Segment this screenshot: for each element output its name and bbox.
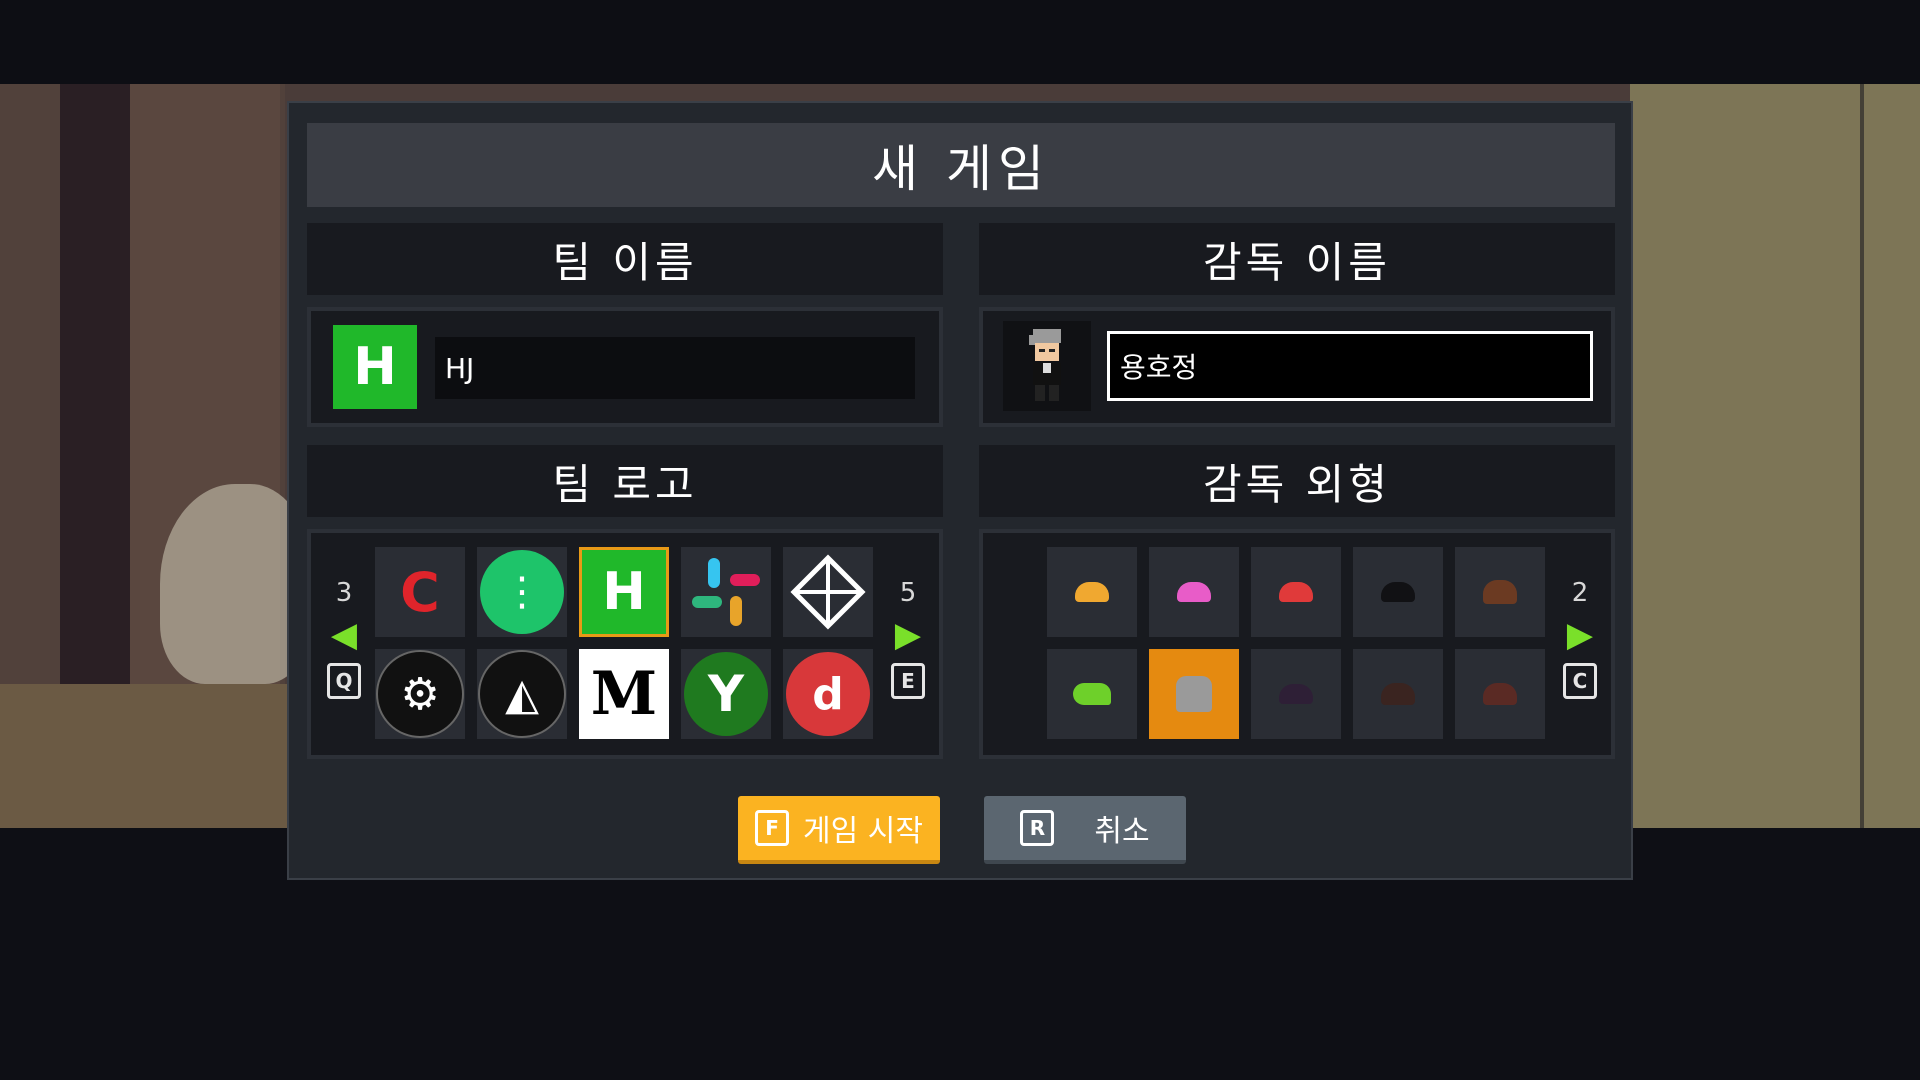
background-door [1860, 84, 1864, 828]
team-logo-preview-icon: H [333, 325, 417, 409]
gear-blade-logo-icon: ⚙ [376, 650, 464, 738]
look-option-7[interactable] [1149, 649, 1239, 739]
look-option-10[interactable] [1455, 649, 1545, 739]
logo-option-red-c[interactable]: C [375, 547, 465, 637]
blonde-hair-icon [1075, 582, 1109, 602]
logo-option-shark[interactable]: ◭ [477, 649, 567, 739]
logo-next-key: E [891, 663, 925, 699]
coach-avatar [1003, 321, 1091, 411]
look-next-key: C [1563, 663, 1597, 699]
green-h-logo-icon: H [602, 562, 646, 622]
green-circle-logo-icon: ⋮ [480, 550, 564, 634]
coach-sprite-icon [1029, 329, 1061, 401]
team-logo-grid: C ⋮ H ⚙ ◭ M Y d [375, 547, 873, 739]
logo-option-green-h[interactable]: H [579, 547, 669, 637]
shark-logo-icon: ◭ [478, 650, 566, 738]
look-option-5[interactable] [1455, 547, 1545, 637]
pink-hair-icon [1177, 582, 1211, 602]
team-logo-header: 팀 로고 [307, 445, 943, 517]
team-name-panel: H [307, 307, 943, 427]
cancel-key: R [1020, 810, 1055, 846]
purple-hair-icon [1279, 684, 1313, 704]
look-option-4[interactable] [1353, 547, 1443, 637]
logo-option-triangle[interactable] [783, 547, 873, 637]
cancel-button[interactable]: R 취소 [984, 796, 1186, 864]
coach-name-input[interactable] [1107, 331, 1593, 401]
m-logo-icon: M [590, 659, 658, 729]
y-logo-icon: Y [684, 652, 768, 736]
logo-option-red-thumb[interactable]: d [783, 649, 873, 739]
brown-hair-icon [1483, 580, 1517, 604]
cancel-label: 취소 [1094, 814, 1150, 849]
maroon-hair-icon [1483, 683, 1517, 705]
hashtag-logo-icon [692, 558, 760, 626]
logo-next-page: 5 [899, 578, 917, 608]
start-game-button[interactable]: F 게임 시작 [738, 796, 940, 864]
logo-prev-nav: 3 ◀ Q [327, 573, 361, 699]
coach-name-panel [979, 307, 1615, 427]
logo-option-green-circle[interactable]: ⋮ [477, 547, 567, 637]
triangle-logo-icon [790, 554, 866, 630]
look-option-8[interactable] [1251, 649, 1341, 739]
logo-next-nav: 5 ▶ E [891, 573, 925, 699]
start-game-label: 게임 시작 [803, 814, 923, 849]
logo-prev-key: Q [327, 663, 361, 699]
dark-brown-hair-icon [1381, 683, 1415, 705]
look-next-nav: 2 ▶ C [1563, 573, 1597, 699]
look-option-2[interactable] [1149, 547, 1239, 637]
background-window [60, 84, 140, 784]
logo-option-hashtag[interactable] [681, 547, 771, 637]
grey-hair-icon [1176, 676, 1212, 712]
look-option-9[interactable] [1353, 649, 1443, 739]
red-hair-icon [1279, 582, 1313, 602]
look-next-page: 2 [1571, 578, 1589, 608]
red-thumbs-logo-icon: d [786, 652, 870, 736]
look-option-1[interactable] [1047, 547, 1137, 637]
logo-prev-arrow-icon[interactable]: ◀ [331, 613, 357, 657]
logo-option-y[interactable]: Y [681, 649, 771, 739]
team-logo-panel: 3 ◀ Q C ⋮ H ⚙ ◭ M Y d 5 ▶ E [307, 529, 943, 759]
team-name-header: 팀 이름 [307, 223, 943, 295]
team-name-input[interactable] [435, 337, 915, 399]
coach-look-grid [1047, 547, 1545, 739]
logo-option-gear[interactable]: ⚙ [375, 649, 465, 739]
logo-prev-page: 3 [335, 578, 353, 608]
look-option-3[interactable] [1251, 547, 1341, 637]
logo-option-m[interactable]: M [579, 649, 669, 739]
black-hair-icon [1381, 582, 1415, 602]
background-wall-right [1630, 84, 1920, 828]
look-next-arrow-icon[interactable]: ▶ [1567, 613, 1593, 657]
coach-look-panel: 2 ▶ C [979, 529, 1615, 759]
look-option-6[interactable] [1047, 649, 1137, 739]
coach-look-header: 감독 외형 [979, 445, 1615, 517]
logo-next-arrow-icon[interactable]: ▶ [895, 613, 921, 657]
coach-name-header: 감독 이름 [979, 223, 1615, 295]
dialog-title: 새 게임 [307, 123, 1615, 207]
start-game-key: F [755, 810, 790, 846]
red-c-logo-icon: C [400, 560, 440, 624]
green-hair-icon [1073, 683, 1111, 705]
new-game-dialog: 새 게임 팀 이름 H 감독 이름 팀 로고 3 ◀ [287, 101, 1633, 880]
